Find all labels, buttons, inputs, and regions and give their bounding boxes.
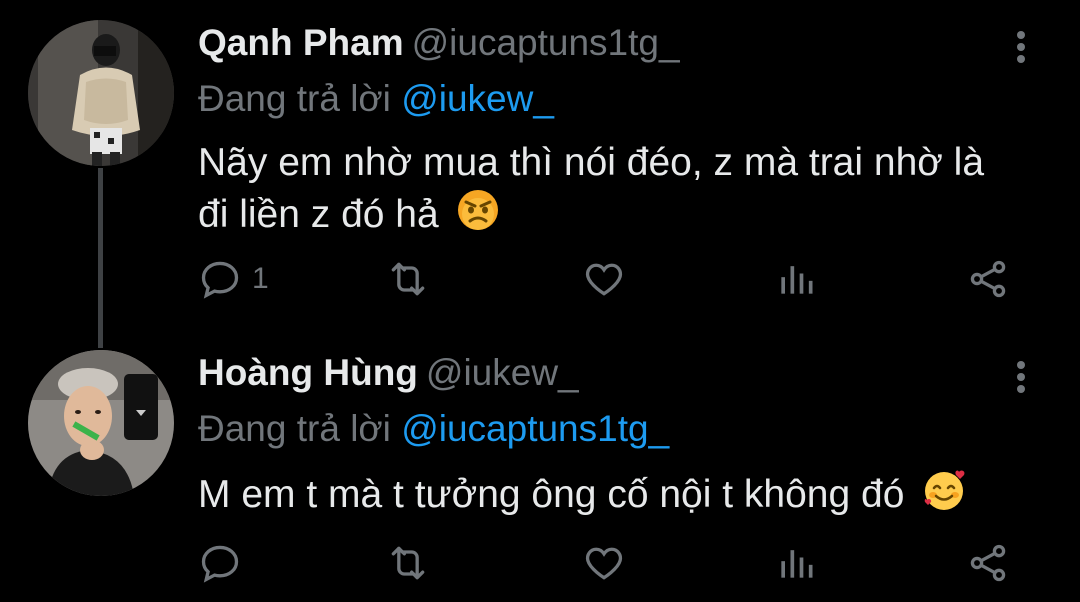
share-icon — [970, 544, 1006, 582]
retweet-icon — [391, 546, 425, 580]
like-button[interactable] — [582, 256, 626, 302]
analytics-icon — [781, 550, 813, 578]
reply-button[interactable] — [198, 540, 252, 586]
tweet-actions — [198, 540, 1028, 590]
tweet-text-content: Nãy em nhờ mua thì nói đéo, z mà trai nh… — [198, 141, 985, 236]
analytics-button[interactable] — [774, 540, 818, 586]
avatar[interactable] — [28, 20, 174, 166]
retweet-button[interactable] — [386, 540, 430, 586]
tweet-text: Nãy em nhờ mua thì nói đéo, z mà trai nh… — [198, 138, 1018, 245]
tweet-header: Qanh Pham @iucaptuns1tg_ — [198, 22, 680, 64]
more-options-icon[interactable] — [1006, 28, 1036, 68]
replying-to-label: Đang trả lời — [198, 78, 391, 119]
replying-to-label: Đang trả lời — [198, 408, 391, 449]
avatar[interactable] — [28, 350, 174, 496]
share-button[interactable] — [966, 540, 1010, 586]
analytics-button[interactable] — [774, 256, 818, 302]
user-handle[interactable]: @iukew_ — [426, 352, 579, 393]
tweet-text: M em t mà t tưởng ông cố nội t không đó — [198, 468, 1018, 525]
reply-count: 1 — [252, 262, 269, 295]
share-icon — [970, 260, 1006, 298]
reply-icon — [201, 545, 239, 583]
tweet-2[interactable]: Hoàng Hùng @iukew_ Đang trả lời @iucaptun… — [0, 330, 1080, 602]
tweet-1[interactable]: Qanh Pham @iucaptuns1tg_ Đang trả lời @iu… — [0, 0, 1080, 320]
replying-to-mention[interactable]: @iukew_ — [401, 78, 554, 119]
tweet-text-content: M em t mà t tưởng ông cố nội t không đó — [198, 472, 905, 516]
tweet-actions: 1 — [198, 256, 1028, 306]
reply-button[interactable]: 1 — [198, 256, 269, 302]
display-name[interactable]: Qanh Pham — [198, 22, 404, 63]
like-button[interactable] — [582, 540, 626, 586]
pouting-face-emoji-icon — [456, 188, 500, 245]
heart-icon — [585, 263, 623, 296]
retweet-button[interactable] — [386, 256, 430, 302]
reply-icon — [201, 261, 239, 299]
smiling-face-with-hearts-emoji-icon — [921, 468, 967, 525]
replying-to: Đang trả lời @iukew_ — [198, 78, 554, 120]
retweet-icon — [391, 262, 425, 296]
display-name[interactable]: Hoàng Hùng — [198, 352, 418, 393]
replying-to-mention[interactable]: @iucaptuns1tg_ — [401, 408, 669, 449]
share-button[interactable] — [966, 256, 1010, 302]
replying-to: Đang trả lời @iucaptuns1tg_ — [198, 408, 669, 450]
analytics-icon — [781, 266, 813, 294]
user-handle[interactable]: @iucaptuns1tg_ — [412, 22, 680, 63]
tweet-header: Hoàng Hùng @iukew_ — [198, 352, 579, 394]
more-options-icon[interactable] — [1006, 358, 1036, 398]
heart-icon — [585, 547, 623, 580]
